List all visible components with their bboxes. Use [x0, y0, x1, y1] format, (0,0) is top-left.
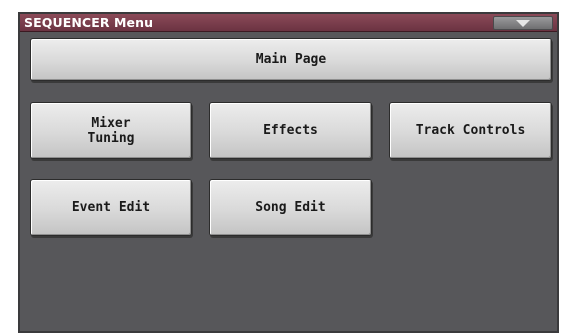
event-edit-button[interactable]: Event Edit	[30, 179, 192, 236]
sequencer-menu-screen: SEQUENCER Menu Main Page Mixer Tuning Ef…	[18, 12, 559, 333]
song-edit-button[interactable]: Song Edit	[209, 179, 372, 236]
page-menu-button[interactable]	[493, 16, 553, 30]
mixer-tuning-button[interactable]: Mixer Tuning	[30, 102, 192, 159]
triangle-down-icon	[516, 20, 530, 27]
track-controls-button[interactable]: Track Controls	[389, 102, 552, 159]
effects-button[interactable]: Effects	[209, 102, 372, 159]
window-title: SEQUENCER Menu	[24, 15, 154, 30]
main-page-button[interactable]: Main Page	[30, 38, 552, 81]
title-bar: SEQUENCER Menu	[20, 14, 557, 32]
